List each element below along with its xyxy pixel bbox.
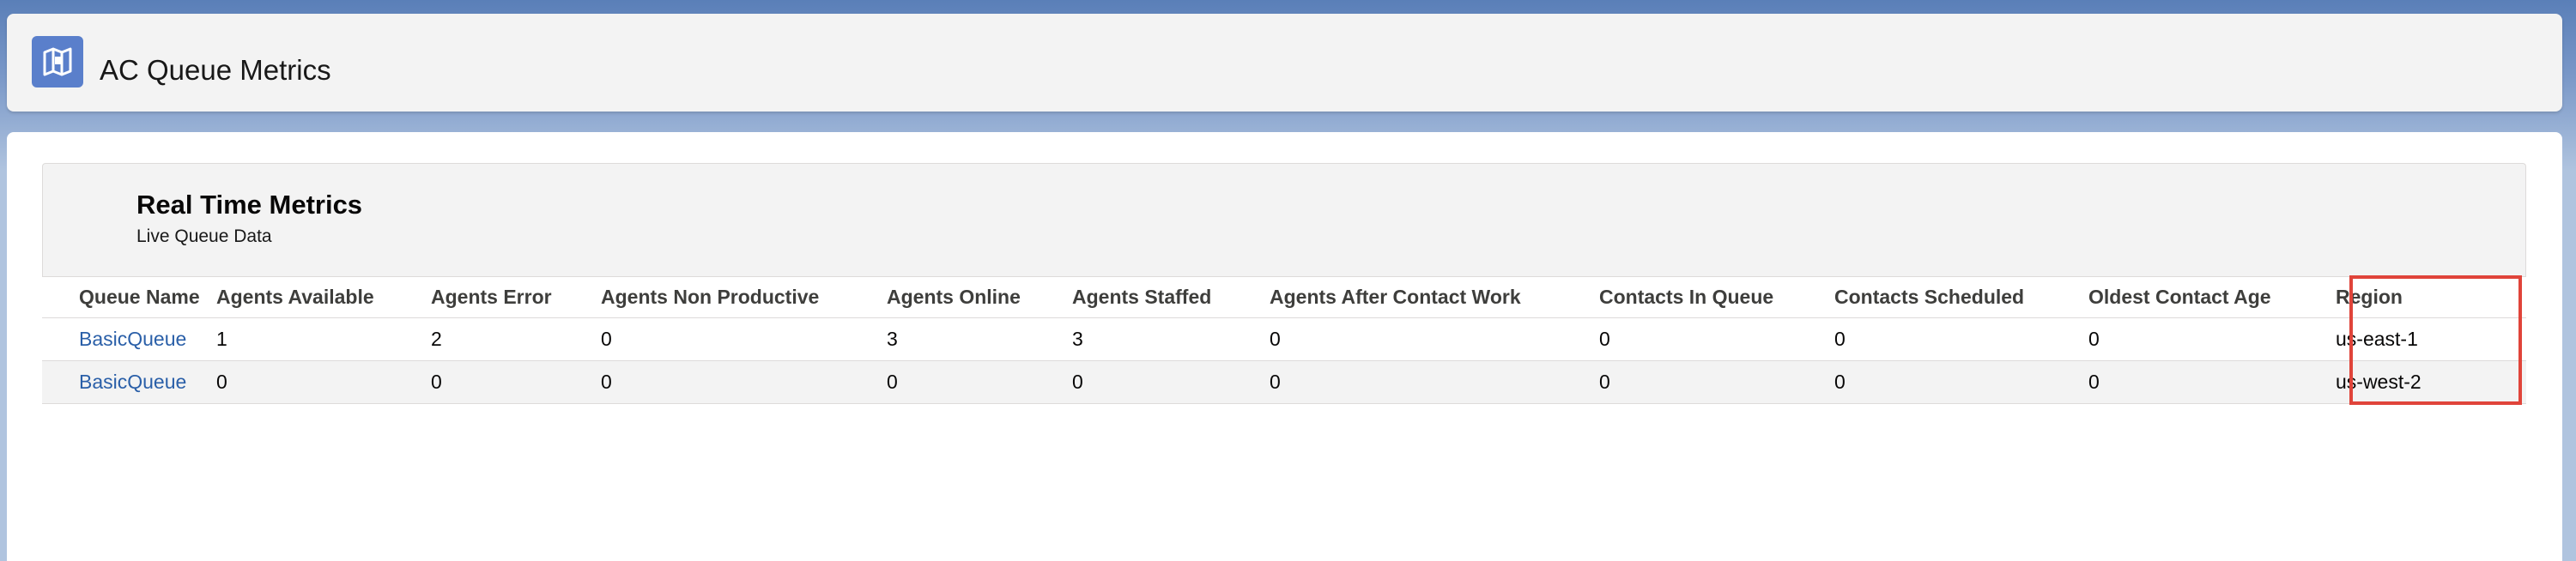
table-cell: 0 <box>601 360 887 404</box>
section-subtitle: Live Queue Data <box>136 226 272 246</box>
region-cell: us-west-2 <box>2336 360 2526 404</box>
table-header-row: Queue Name Agents Available Agents Error… <box>42 276 2526 318</box>
connect-app-icon <box>32 36 83 87</box>
column-header-agents-online[interactable]: Agents Online <box>887 276 1072 318</box>
table-cell: 0 <box>601 317 887 361</box>
table-cell: 0 <box>431 360 601 404</box>
table-cell: 0 <box>1270 360 1599 404</box>
region-cell: us-east-1 <box>2336 317 2526 361</box>
table-cell: 3 <box>1072 317 1270 361</box>
column-header-agents-after-contact-work[interactable]: Agents After Contact Work <box>1270 276 1599 318</box>
table-cell: 1 <box>216 317 431 361</box>
metrics-table: Queue Name Agents Available Agents Error… <box>42 276 2526 404</box>
section-title: Real Time Metrics <box>136 190 363 220</box>
queue-name-link[interactable]: BasicQueue <box>42 360 216 404</box>
table-cell: 0 <box>1599 317 1834 361</box>
column-header-contacts-scheduled[interactable]: Contacts Scheduled <box>1834 276 2088 318</box>
table-cell: 0 <box>2088 317 2336 361</box>
table-cell: 0 <box>1072 360 1270 404</box>
section-header: Real Time Metrics Live Queue Data <box>42 163 2526 276</box>
column-header-agents-non-productive[interactable]: Agents Non Productive <box>601 276 887 318</box>
column-header-contacts-in-queue[interactable]: Contacts In Queue <box>1599 276 1834 318</box>
table-cell: 0 <box>216 360 431 404</box>
table-row: BasicQueue 1 2 0 3 3 0 0 0 0 us-east-1 <box>42 317 2526 361</box>
table-cell: 0 <box>2088 360 2336 404</box>
queue-name-link[interactable]: BasicQueue <box>42 317 216 361</box>
metrics-table-wrapper: Queue Name Agents Available Agents Error… <box>42 276 2526 404</box>
column-header-region[interactable]: Region <box>2336 276 2526 318</box>
table-cell: 0 <box>887 360 1072 404</box>
app-title: AC Queue Metrics <box>100 54 331 86</box>
app-header: AC Queue Metrics <box>7 14 2562 112</box>
table-cell: 0 <box>1834 317 2088 361</box>
table-cell: 0 <box>1270 317 1599 361</box>
column-header-oldest-contact-age[interactable]: Oldest Contact Age <box>2088 276 2336 318</box>
table-cell: 3 <box>887 317 1072 361</box>
table-cell: 0 <box>1834 360 2088 404</box>
table-cell: 0 <box>1599 360 1834 404</box>
main-card: Real Time Metrics Live Queue Data Queue … <box>7 132 2562 561</box>
table-row: BasicQueue 0 0 0 0 0 0 0 0 0 us-west-2 <box>42 360 2526 404</box>
column-header-agents-available[interactable]: Agents Available <box>216 276 431 318</box>
column-header-agents-staffed[interactable]: Agents Staffed <box>1072 276 1270 318</box>
table-cell: 2 <box>431 317 601 361</box>
column-header-agents-error[interactable]: Agents Error <box>431 276 601 318</box>
column-header-queue-name[interactable]: Queue Name <box>42 276 216 318</box>
